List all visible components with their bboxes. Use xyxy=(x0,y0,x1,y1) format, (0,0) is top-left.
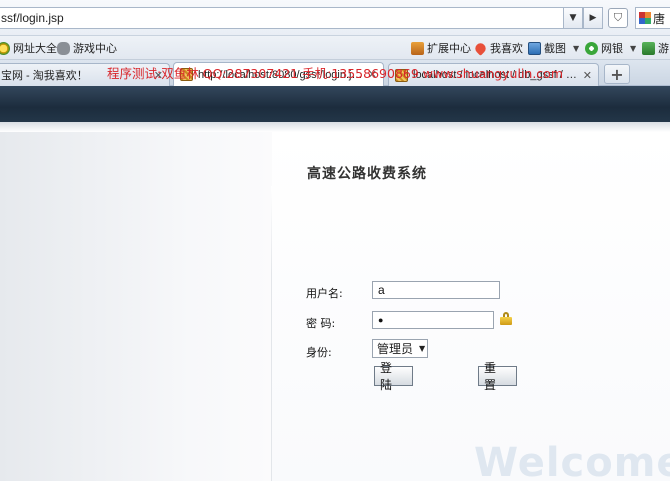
left-panel xyxy=(0,132,272,481)
lock-icon xyxy=(500,312,512,325)
address-bar[interactable]: ssf/login.jsp xyxy=(0,7,582,29)
page-viewport xyxy=(0,86,670,481)
bank-icon xyxy=(585,41,598,55)
bookmark-label: 网银 xyxy=(601,42,623,55)
bookmark-label: 截图 xyxy=(544,42,566,55)
header-banner xyxy=(0,86,670,122)
chevron-down-icon: ▼ xyxy=(569,13,577,23)
address-text: ssf/login.jsp xyxy=(1,11,64,25)
chevron-down-icon: ▼ xyxy=(573,43,580,53)
bookmarks-bar: 网址大全 游戏中心 扩展中心 我喜欢 截图 ▼ 网银 ▼ 游 xyxy=(0,36,670,60)
role-selected-value: 管理员 xyxy=(377,342,414,356)
address-bar-row: ssf/login.jsp ▼ ▶ ⛉ 唐 xyxy=(0,0,670,36)
bookmark-label: 扩展中心 xyxy=(427,42,471,55)
reset-button[interactable]: 重置 xyxy=(478,361,517,392)
password-label: 密 码: xyxy=(306,317,336,330)
username-input[interactable]: a xyxy=(372,281,500,299)
globe-icon xyxy=(0,41,10,55)
bookmark-label: 游 xyxy=(658,42,669,55)
play-arrow-icon: ▶ xyxy=(589,13,597,23)
panel-divider xyxy=(271,186,272,481)
extension-icon xyxy=(411,41,424,55)
user-account-label: 唐 xyxy=(653,11,666,26)
bookmark-favorites[interactable]: 我喜欢 xyxy=(473,40,523,56)
role-select[interactable]: 管理员 ▼ xyxy=(372,339,428,358)
gamepad-icon xyxy=(57,41,70,55)
bookmark-online-banking[interactable]: 网银 ▼ xyxy=(585,40,636,56)
welcome-watermark: Welcome xyxy=(474,440,670,481)
credit-text: 程序测试:双鱼林 QQ:287307421 手机:13558690869 www… xyxy=(106,66,564,81)
shield-icon: ⛉ xyxy=(613,11,623,24)
go-button[interactable]: ▶ xyxy=(583,7,603,29)
bookmark-label: 游戏中心 xyxy=(73,42,117,55)
screenshot-icon xyxy=(528,41,541,55)
bookmark-url-directory[interactable]: 网址大全 xyxy=(0,40,57,56)
user-logo-icon xyxy=(639,12,651,24)
bookmark-games[interactable]: 游 xyxy=(642,40,669,56)
heart-icon xyxy=(473,40,488,56)
login-button[interactable]: 登陆 xyxy=(374,361,413,392)
bookmark-label: 网址大全 xyxy=(13,42,57,55)
bookmark-extension-center[interactable]: 扩展中心 xyxy=(411,40,471,56)
password-input[interactable]: ● xyxy=(372,311,494,329)
bookmark-label: 我喜欢 xyxy=(490,42,523,55)
bookmark-game-center[interactable]: 游戏中心 xyxy=(57,40,117,56)
role-label: 身份: xyxy=(306,346,332,359)
address-dropdown-button[interactable]: ▼ xyxy=(563,7,583,29)
chevron-down-icon: ▼ xyxy=(419,344,426,353)
username-label: 用户名: xyxy=(306,287,343,300)
right-panel xyxy=(272,132,670,481)
chevron-down-icon: ▼ xyxy=(630,43,637,53)
bookmark-screenshot[interactable]: 截图 ▼ xyxy=(528,40,579,56)
security-shield-button[interactable]: ⛉ xyxy=(608,8,628,28)
banner-shadow xyxy=(0,122,670,132)
game-icon xyxy=(642,41,655,55)
page-title: 高速公路收费系统 xyxy=(307,166,427,182)
user-account-button[interactable]: 唐 xyxy=(635,7,670,29)
